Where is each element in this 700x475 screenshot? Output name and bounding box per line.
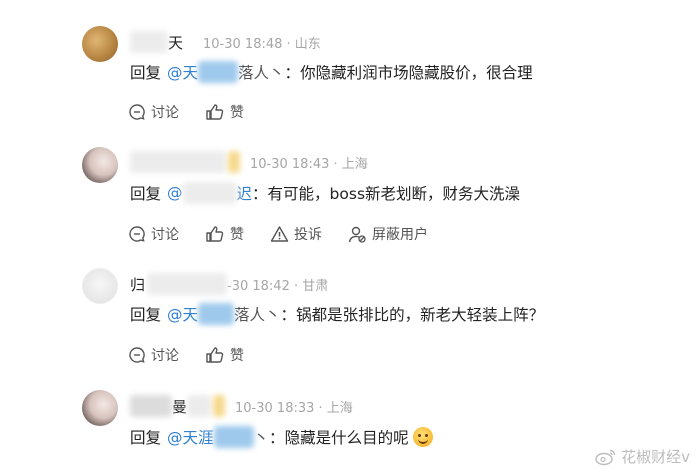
block-user-button[interactable]: 屏蔽用户 bbox=[348, 224, 428, 244]
redacted-username bbox=[130, 395, 172, 417]
redacted-mention bbox=[213, 426, 254, 448]
mention-tail[interactable]: 迟 bbox=[237, 182, 253, 204]
timestamp: 10-30 18:33 · 上海 bbox=[235, 400, 353, 416]
discuss-button[interactable]: 讨论 bbox=[128, 224, 179, 244]
username[interactable]: 曼 bbox=[172, 396, 187, 417]
thumbs-up-icon bbox=[206, 104, 224, 120]
redacted-mention bbox=[198, 303, 235, 325]
comment-body: 隐藏是什么目的呢 bbox=[284, 429, 409, 447]
separator: ： bbox=[269, 429, 285, 447]
separator: ： bbox=[280, 306, 297, 324]
redacted-badge bbox=[213, 395, 226, 417]
reply-text: 回复 @天涯 丶 ： 隐藏是什么目的呢 bbox=[130, 424, 433, 450]
redacted-username bbox=[147, 273, 228, 295]
mention-tail: 丶 bbox=[253, 429, 270, 447]
like-label: 赞 bbox=[230, 105, 244, 121]
redacted-mention bbox=[198, 61, 239, 83]
like-button[interactable]: 赞 bbox=[205, 224, 244, 244]
reply-prefix: 回复 bbox=[130, 64, 162, 82]
redacted-username bbox=[130, 151, 226, 173]
mention-link[interactable]: @ bbox=[167, 184, 183, 202]
reply-text: 回复 @ 迟 ： 有可能，boss新老划断，财务大洗澡 bbox=[130, 180, 520, 206]
comment-meta: 10-30 18:43 · 上海 bbox=[130, 151, 368, 173]
weibo-logo-icon bbox=[595, 449, 616, 465]
discuss-button[interactable]: 讨论 bbox=[128, 345, 179, 365]
comment-body: 锅都是张排比的，新老大轻装上阵？ bbox=[296, 306, 545, 324]
username[interactable]: 天 bbox=[168, 32, 183, 53]
comment-body: 你隐藏利润市场隐藏股价，很合理 bbox=[300, 64, 533, 82]
block-user-icon bbox=[348, 226, 366, 243]
comment-actions: 讨论 赞 bbox=[128, 343, 270, 367]
discuss-label: 讨论 bbox=[151, 105, 179, 121]
avatar[interactable] bbox=[82, 390, 118, 426]
discuss-button[interactable]: 讨论 bbox=[128, 102, 179, 122]
comment-actions: 讨论 赞 投诉 屏蔽用户 bbox=[128, 222, 454, 246]
timestamp: 10-30 18:43 · 上海 bbox=[250, 156, 368, 172]
redacted-mention bbox=[182, 182, 237, 204]
separator: ： bbox=[252, 185, 268, 203]
timestamp: -30 18:42 · 甘肃 bbox=[227, 278, 329, 294]
discuss-icon bbox=[129, 226, 145, 242]
comment-meta: 天 10-30 18:48 · 山东 bbox=[130, 31, 321, 53]
mention-link[interactable]: @天涯 bbox=[167, 426, 214, 448]
block-user-label: 屏蔽用户 bbox=[372, 227, 428, 243]
reply-text: 回复 @天 落人丶 ： 你隐藏利润市场隐藏股价，很合理 bbox=[130, 59, 533, 85]
discuss-label: 讨论 bbox=[151, 227, 179, 243]
comment-meta: 归 -30 18:42 · 甘肃 bbox=[130, 273, 329, 295]
avatar[interactable] bbox=[82, 26, 118, 62]
reply-text: 回复 @天 落人丶 ： 锅都是张排比的，新老大轻装上阵？ bbox=[130, 301, 544, 327]
username[interactable]: 归 bbox=[130, 274, 145, 295]
reply-prefix: 回复 bbox=[130, 429, 162, 447]
redacted-badge bbox=[228, 151, 240, 173]
timestamp: 10-30 18:48 · 山东 bbox=[203, 36, 321, 52]
watermark-text: 花椒财经v bbox=[621, 448, 690, 466]
mention-link[interactable]: @天 bbox=[167, 303, 198, 325]
reply-prefix: 回复 bbox=[130, 306, 162, 324]
redacted-username bbox=[130, 31, 168, 53]
comment-actions: 讨论 赞 bbox=[128, 100, 270, 124]
grin-emoji bbox=[412, 427, 433, 447]
warning-icon bbox=[270, 226, 289, 242]
reply-prefix: 回复 bbox=[130, 185, 162, 203]
discuss-icon bbox=[129, 104, 145, 120]
redacted-username-tail bbox=[187, 395, 212, 417]
report-label: 投诉 bbox=[294, 227, 322, 243]
avatar[interactable] bbox=[82, 268, 118, 304]
watermark: 花椒财经v bbox=[595, 446, 690, 467]
thumbs-up-icon bbox=[206, 347, 224, 363]
discuss-icon bbox=[129, 347, 145, 363]
comment-body: 有可能，boss新老划断，财务大洗澡 bbox=[267, 185, 521, 203]
discuss-label: 讨论 bbox=[151, 348, 179, 364]
mention-link[interactable]: @天 bbox=[167, 61, 198, 83]
report-button[interactable]: 投诉 bbox=[270, 224, 322, 244]
mention-tail: 落人丶 bbox=[234, 306, 281, 324]
avatar[interactable] bbox=[82, 147, 118, 183]
like-button[interactable]: 赞 bbox=[205, 345, 244, 365]
separator: ： bbox=[284, 64, 301, 82]
mention-tail: 落人丶 bbox=[238, 64, 285, 82]
like-label: 赞 bbox=[230, 227, 244, 243]
comment-meta: 曼 10-30 18:33 · 上海 bbox=[130, 395, 353, 417]
thumbs-up-icon bbox=[206, 226, 224, 242]
like-button[interactable]: 赞 bbox=[205, 102, 244, 122]
like-label: 赞 bbox=[230, 348, 244, 364]
